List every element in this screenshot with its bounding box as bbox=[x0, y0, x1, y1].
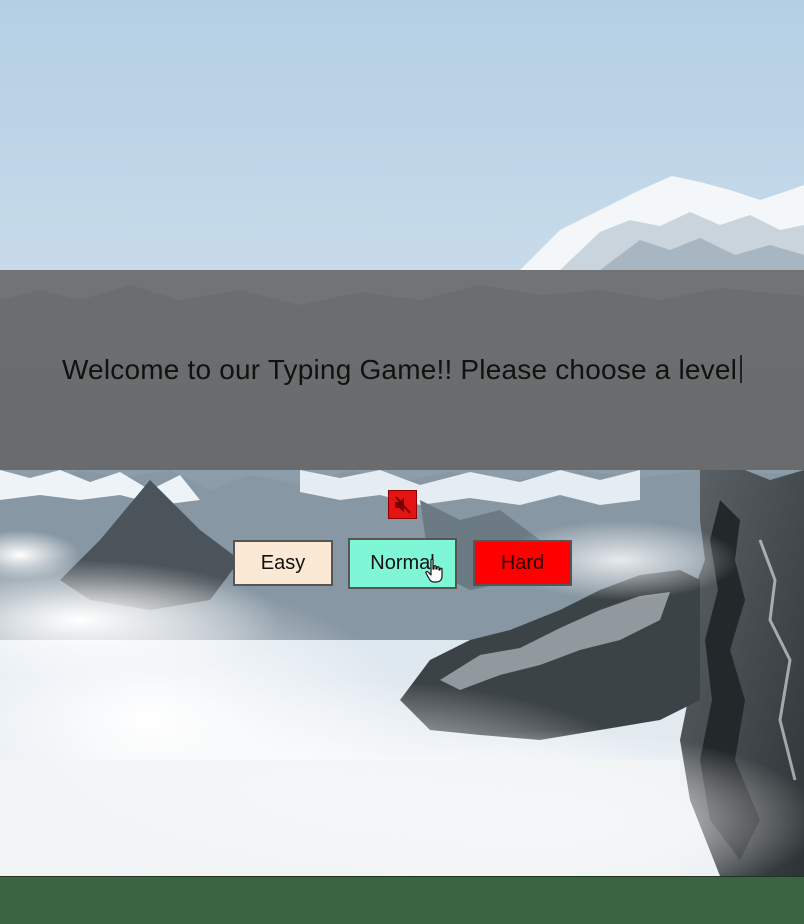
speaker-muted-icon bbox=[394, 495, 411, 514]
hard-level-button[interactable]: Hard bbox=[473, 540, 572, 586]
mute-button[interactable] bbox=[388, 490, 417, 519]
welcome-message: Welcome to our Typing Game!! Please choo… bbox=[61, 354, 738, 385]
typing-caret bbox=[740, 355, 743, 383]
welcome-banner: Welcome to our Typing Game!! Please choo… bbox=[0, 270, 804, 470]
welcome-message-container: Welcome to our Typing Game!! Please choo… bbox=[61, 354, 743, 386]
normal-level-button[interactable]: Normal bbox=[348, 538, 457, 589]
easy-level-button[interactable]: Easy bbox=[233, 540, 333, 586]
footer-bar bbox=[0, 876, 804, 924]
game-stage: Welcome to our Typing Game!! Please choo… bbox=[0, 0, 804, 876]
